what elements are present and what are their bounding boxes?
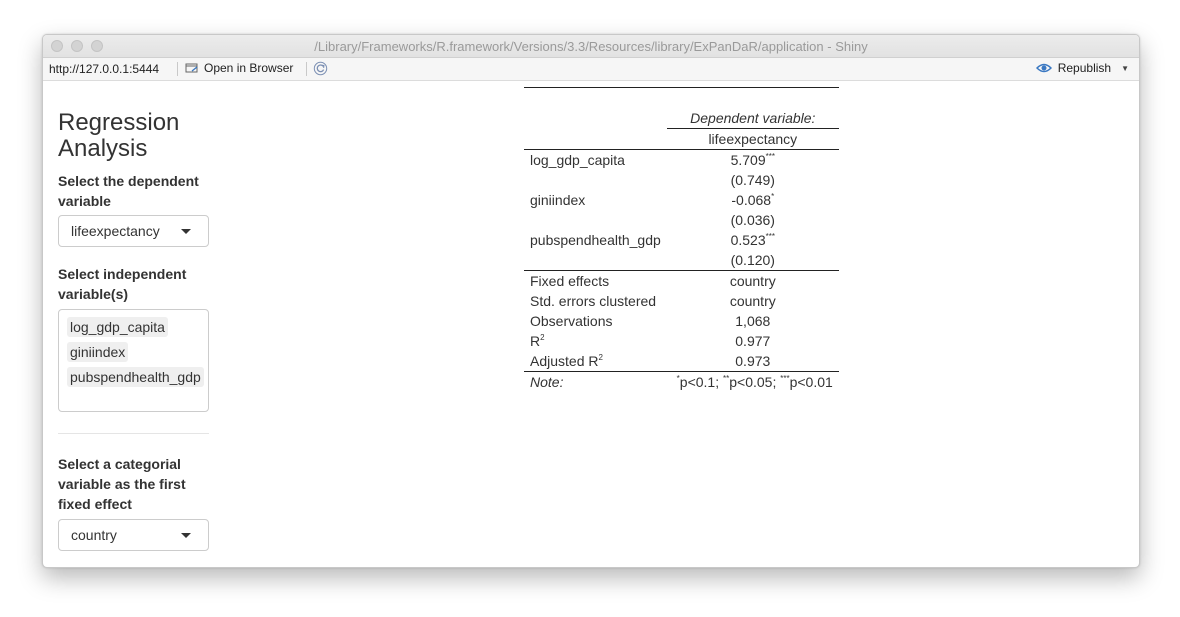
refresh-icon <box>313 61 328 76</box>
significance-note: *p<0.1; **p<0.05; ***p<0.01 <box>676 374 833 390</box>
refresh-button[interactable] <box>313 61 328 79</box>
stat-value: 1,068 <box>735 313 771 329</box>
coefficient-name: log_gdp_capita <box>530 152 625 168</box>
independent-variables-label: Select independent variable(s) <box>58 266 187 302</box>
coefficient-value: 5.709*** <box>730 152 775 168</box>
coefficient-name: pubspendhealth_gdp <box>530 232 661 248</box>
stat-label: Fixed effects <box>530 273 610 289</box>
standard-error: (0.120) <box>666 250 839 271</box>
selected-variable-chip[interactable]: pubspendhealth_gdp <box>67 367 204 387</box>
fixed-effect-label: Select a categorial variable as the firs… <box>58 456 186 512</box>
dependent-variable-header-row: Dependent variable: <box>524 108 839 129</box>
fixed-effect-value: country <box>71 527 117 543</box>
coefficient-name: giniindex <box>530 192 586 208</box>
stat-label: Adjusted R2 <box>524 351 667 372</box>
table-row: (0.120) <box>524 250 839 271</box>
standard-error: (0.036) <box>730 212 775 228</box>
app-window: /Library/Frameworks/R.framework/Versions… <box>42 34 1140 568</box>
dependent-variable-name: lifeexpectancy <box>666 128 839 150</box>
table-row: (0.036) <box>524 210 839 230</box>
dependent-variable-header: Dependent variable: <box>666 108 839 129</box>
stat-label: Std. errors clustered <box>530 293 657 309</box>
stat-value: 0.973 <box>666 351 839 372</box>
table-row: pubspendhealth_gdp 0.523*** <box>524 230 839 250</box>
dependent-variable-value: lifeexpectancy <box>71 223 160 239</box>
stat-value: country <box>729 273 776 289</box>
toolbar-divider <box>306 62 307 76</box>
table-row: log_gdp_capita 5.709*** <box>524 150 839 171</box>
table-top-rule <box>524 87 839 108</box>
stat-row: Adjusted R2 0.973 <box>524 351 839 372</box>
coefficient-value: -0.068* <box>731 192 775 208</box>
standard-error: (0.749) <box>730 172 775 188</box>
dependent-variable-label: Select the dependent variable <box>58 173 199 209</box>
stat-label: Observations <box>530 313 613 329</box>
stat-label: R2 <box>530 333 545 349</box>
app-content: Regression Analysis Select the dependent… <box>43 81 1139 567</box>
title-bar: /Library/Frameworks/R.framework/Versions… <box>43 35 1139 58</box>
chevron-down-icon[interactable]: ▼ <box>1121 64 1129 73</box>
selected-variable-chip[interactable]: log_gdp_capita <box>67 317 168 337</box>
regression-table: Dependent variable: lifeexpectancy log_g… <box>524 87 839 392</box>
stat-row: Fixed effects country <box>524 271 839 292</box>
caret-down-icon <box>181 533 191 538</box>
republish-button[interactable]: Republish ▼ <box>1035 61 1129 75</box>
viewer-toolbar: http://127.0.0.1:5444 Open in Browser Re… <box>43 58 1139 81</box>
window-title: /Library/Frameworks/R.framework/Versions… <box>314 39 868 54</box>
toolbar-divider <box>177 62 178 76</box>
note-label: Note: <box>530 374 564 390</box>
table-row: giniindex -0.068* <box>524 190 839 210</box>
open-in-browser-button[interactable]: Open in Browser <box>185 61 293 75</box>
stat-value: country <box>729 293 776 309</box>
note-row: Note: *p<0.1; **p<0.05; ***p<0.01 <box>524 372 839 393</box>
fixed-effect-select[interactable]: country <box>58 519 209 551</box>
stat-row: Observations 1,068 <box>524 311 839 331</box>
open-in-browser-label: Open in Browser <box>204 61 294 75</box>
independent-variables-select[interactable]: log_gdp_capita giniindex pubspendhealth_… <box>58 309 209 412</box>
stat-row: R2 0.977 <box>524 331 839 351</box>
coefficient-value: 0.523*** <box>730 232 775 248</box>
page-title: Regression Analysis <box>58 109 180 162</box>
dependent-variable-name-row: lifeexpectancy <box>524 128 839 150</box>
publish-icon <box>1035 63 1052 73</box>
dependent-variable-select[interactable]: lifeexpectancy <box>58 215 209 247</box>
republish-label: Republish <box>1057 61 1112 75</box>
selected-variable-chip[interactable]: giniindex <box>67 342 129 362</box>
stat-value: 0.977 <box>735 333 771 349</box>
open-browser-icon <box>185 63 198 73</box>
caret-down-icon <box>181 229 191 234</box>
url-label: http://127.0.0.1:5444 <box>49 62 160 76</box>
table-row: (0.749) <box>524 170 839 190</box>
sidebar-divider <box>58 433 209 434</box>
stat-row: Std. errors clustered country <box>524 291 839 311</box>
